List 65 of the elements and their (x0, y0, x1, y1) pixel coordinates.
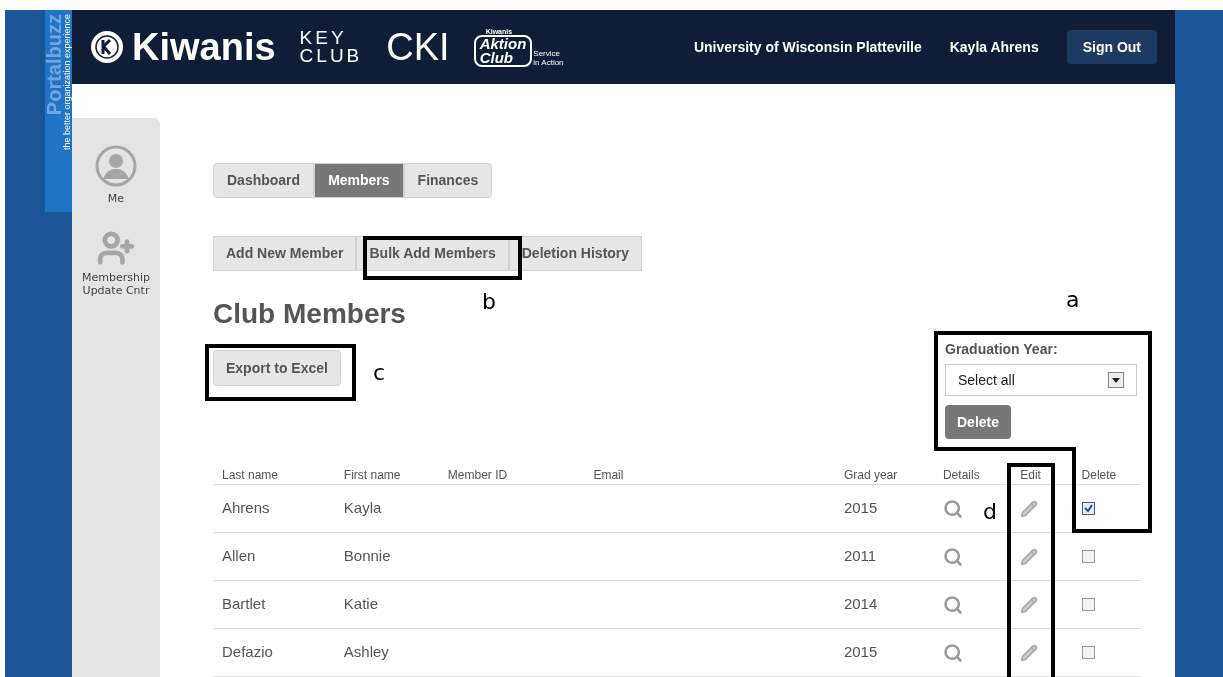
logo-text: CKI (386, 28, 450, 66)
search-icon[interactable] (942, 642, 963, 663)
logo-text: in Action (533, 57, 564, 67)
logo-text: KEY (299, 29, 348, 47)
annotation-label: c (373, 359, 386, 387)
column-header: Grad year (843, 466, 899, 484)
search-icon[interactable] (942, 498, 963, 519)
page-title: Club Members (213, 297, 406, 331)
table-cell-text: Bonnie (343, 546, 392, 567)
logo-text: Club (479, 50, 513, 65)
logo-text: CLUB (299, 47, 363, 65)
brand-title: Portalbuzz (46, 14, 62, 116)
logo-text: Kiwanis (132, 28, 276, 66)
pencil-icon[interactable] (1020, 643, 1039, 662)
table-cell-text: 2015 (843, 642, 879, 663)
filter-label: Graduation Year: (945, 340, 1059, 359)
column-header: First name (343, 466, 402, 484)
table-cell-text: Katie (343, 594, 379, 615)
table-cell-text: Kayla (343, 498, 383, 519)
sidebar-item[interactable]: Me (72, 144, 160, 205)
annotation-label: b (482, 288, 496, 316)
pencil-icon[interactable] (1020, 595, 1039, 614)
sign-out-button[interactable]: Sign Out (1066, 30, 1157, 64)
sidebar-item[interactable]: Membership Update Cntr (72, 229, 160, 297)
table-cell-text: Bartlet (222, 594, 267, 615)
checkbox[interactable] (1081, 646, 1095, 659)
table-cell-text: Ashley (343, 642, 390, 663)
column-header: Member ID (447, 466, 509, 484)
checkbox[interactable] (1081, 550, 1095, 563)
table-cell-text: 2014 (843, 594, 879, 615)
annotation-label: d (983, 498, 997, 526)
user-name[interactable]: Kayla Ahrens (949, 36, 1039, 58)
table-cell-text: 2011 (843, 546, 878, 567)
search-icon[interactable] (942, 594, 963, 615)
column-header: Details (942, 466, 981, 484)
checkbox[interactable] (1081, 502, 1095, 515)
action-button[interactable]: Deletion History (508, 236, 643, 271)
nav-tab[interactable]: Finances (403, 163, 493, 198)
table-cell-text: 2015 (843, 498, 879, 519)
column-header: Last name (222, 466, 280, 484)
brand-tagline: the better organization experience (62, 14, 72, 151)
table-cell-text: Defazio (222, 642, 274, 663)
pencil-icon[interactable] (1020, 547, 1039, 566)
column-header: Edit (1020, 466, 1042, 484)
logo-text: Aktion (479, 36, 527, 51)
checkbox[interactable] (1081, 598, 1095, 611)
logo-text: Service (533, 48, 561, 58)
user-icon (94, 144, 138, 188)
year-select[interactable]: Select all (945, 364, 1137, 396)
table-cell-text: Ahrens (222, 498, 271, 519)
club-name[interactable]: University of Wisconsin Platteville (693, 36, 922, 58)
delete-button[interactable]: Delete (945, 405, 1012, 439)
column-header: Email (593, 466, 625, 484)
nav-tab[interactable]: Dashboard (213, 163, 315, 198)
search-icon[interactable] (942, 546, 963, 567)
annotation-label: a (1066, 286, 1080, 314)
export-button[interactable]: Export to Excel (213, 350, 341, 386)
pencil-icon[interactable] (1020, 499, 1039, 518)
add-user-icon (97, 229, 135, 267)
table-cell-text: Allen (222, 546, 257, 567)
brand-tab[interactable]: Portalbuzz the better organization experience (45, 10, 72, 212)
emblem-icon (90, 30, 124, 64)
action-button[interactable]: Add New Member (213, 236, 357, 271)
nav-tab[interactable]: Members (314, 163, 404, 198)
column-header: Delete (1081, 466, 1118, 484)
